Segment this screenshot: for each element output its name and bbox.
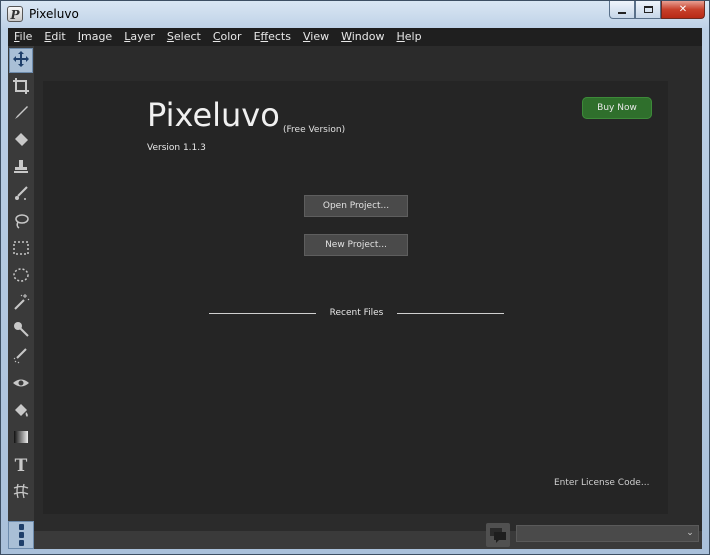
chat-bubble-icon[interactable] xyxy=(486,523,510,547)
warp-tool[interactable] xyxy=(9,480,33,505)
zoom-combo[interactable]: ⌄ xyxy=(516,525,699,542)
crop-tool[interactable] xyxy=(9,75,33,100)
menu-view[interactable]: View xyxy=(297,28,335,46)
text-icon: T xyxy=(14,455,28,476)
clone-stamp-tool[interactable] xyxy=(9,156,33,181)
menu-color[interactable]: Color xyxy=(207,28,248,46)
lasso-tool[interactable] xyxy=(9,210,33,235)
warp-icon xyxy=(12,482,30,503)
brush-icon xyxy=(12,104,30,125)
magic-wand-icon xyxy=(12,293,30,314)
ellipse-select-tool[interactable] xyxy=(9,264,33,289)
menu-bar: File Edit Image Layer Select Color Effects View… xyxy=(8,28,702,46)
paint-bucket-icon xyxy=(12,401,30,422)
rect-select-tool[interactable] xyxy=(9,237,33,262)
app-window: P Pixeluvo ✕ File Edit Image Layer Select Col… xyxy=(0,0,710,555)
maximize-button[interactable] xyxy=(635,1,661,19)
panel-toggle-button[interactable] xyxy=(8,521,34,549)
dodge-burn-tool[interactable] xyxy=(9,345,33,370)
quick-select-icon xyxy=(12,320,30,341)
minimize-button[interactable] xyxy=(609,1,635,19)
menu-select[interactable]: Select xyxy=(161,28,207,46)
title-bar[interactable]: P Pixeluvo ✕ xyxy=(1,1,709,27)
menu-window[interactable]: Window xyxy=(335,28,390,46)
menu-effects[interactable]: Effects xyxy=(248,28,297,46)
chevron-down-icon[interactable]: ⌄ xyxy=(684,528,696,539)
canvas-area: Pixeluvo (Free Version) Version 1.1.3 Bu… xyxy=(34,46,702,531)
buy-now-button[interactable]: Buy Now xyxy=(582,97,652,119)
move-tool[interactable] xyxy=(9,48,33,73)
fill-tool[interactable] xyxy=(9,399,33,424)
panel-toggle-icon-bar xyxy=(18,540,24,546)
menu-layer[interactable]: Layer xyxy=(118,28,161,46)
healing-tool[interactable] xyxy=(9,183,33,208)
open-project-button[interactable]: Open Project... xyxy=(304,195,408,217)
recent-files-label: Recent Files xyxy=(329,308,384,318)
menu-file[interactable]: File xyxy=(8,28,38,46)
crop-icon xyxy=(12,77,30,98)
welcome-panel: Pixeluvo (Free Version) Version 1.1.3 Bu… xyxy=(43,81,668,514)
divider-right xyxy=(397,312,504,314)
brush-tool[interactable] xyxy=(9,102,33,127)
rectangle-select-icon xyxy=(12,239,30,260)
client-area: File Edit Image Layer Select Color Effects View… xyxy=(8,28,702,549)
close-button[interactable]: ✕ xyxy=(661,1,705,19)
close-icon: ✕ xyxy=(678,4,688,15)
eye-icon xyxy=(12,374,30,395)
stamp-icon xyxy=(12,158,30,179)
quick-select-tool[interactable] xyxy=(9,318,33,343)
app-name-heading: Pixeluvo xyxy=(147,96,280,134)
move-icon xyxy=(12,50,30,71)
dodge-burn-icon xyxy=(12,347,30,368)
new-project-button[interactable]: New Project... xyxy=(304,234,408,256)
recent-files-header: Recent Files xyxy=(209,306,504,320)
window-controls: ✕ xyxy=(609,1,705,19)
menu-edit[interactable]: Edit xyxy=(38,28,71,46)
red-eye-tool[interactable] xyxy=(9,372,33,397)
menu-help[interactable]: Help xyxy=(390,28,427,46)
menu-image[interactable]: Image xyxy=(72,28,118,46)
version-label: Version 1.1.3 xyxy=(147,143,206,153)
edition-label: (Free Version) xyxy=(283,125,346,135)
toolbox: T xyxy=(8,46,34,549)
gradient-tool[interactable] xyxy=(9,426,33,451)
lasso-icon xyxy=(12,212,30,233)
panel-toggle-icon-bar xyxy=(18,532,24,538)
ellipse-select-icon xyxy=(12,266,30,287)
window-title: Pixeluvo xyxy=(29,7,79,21)
pixeluvo-app-icon[interactable]: P xyxy=(7,6,23,22)
gradient-icon xyxy=(12,428,30,449)
panel-toggle-icon xyxy=(18,524,24,530)
magic-wand-tool[interactable] xyxy=(9,291,33,316)
eraser-icon xyxy=(12,131,30,152)
minimize-icon xyxy=(618,11,626,14)
enter-license-link[interactable]: Enter License Code... xyxy=(554,478,649,488)
healing-brush-icon xyxy=(12,185,30,206)
text-tool[interactable]: T xyxy=(9,453,33,478)
eraser-tool[interactable] xyxy=(9,129,33,154)
divider-left xyxy=(209,312,316,314)
maximize-icon xyxy=(643,6,653,13)
